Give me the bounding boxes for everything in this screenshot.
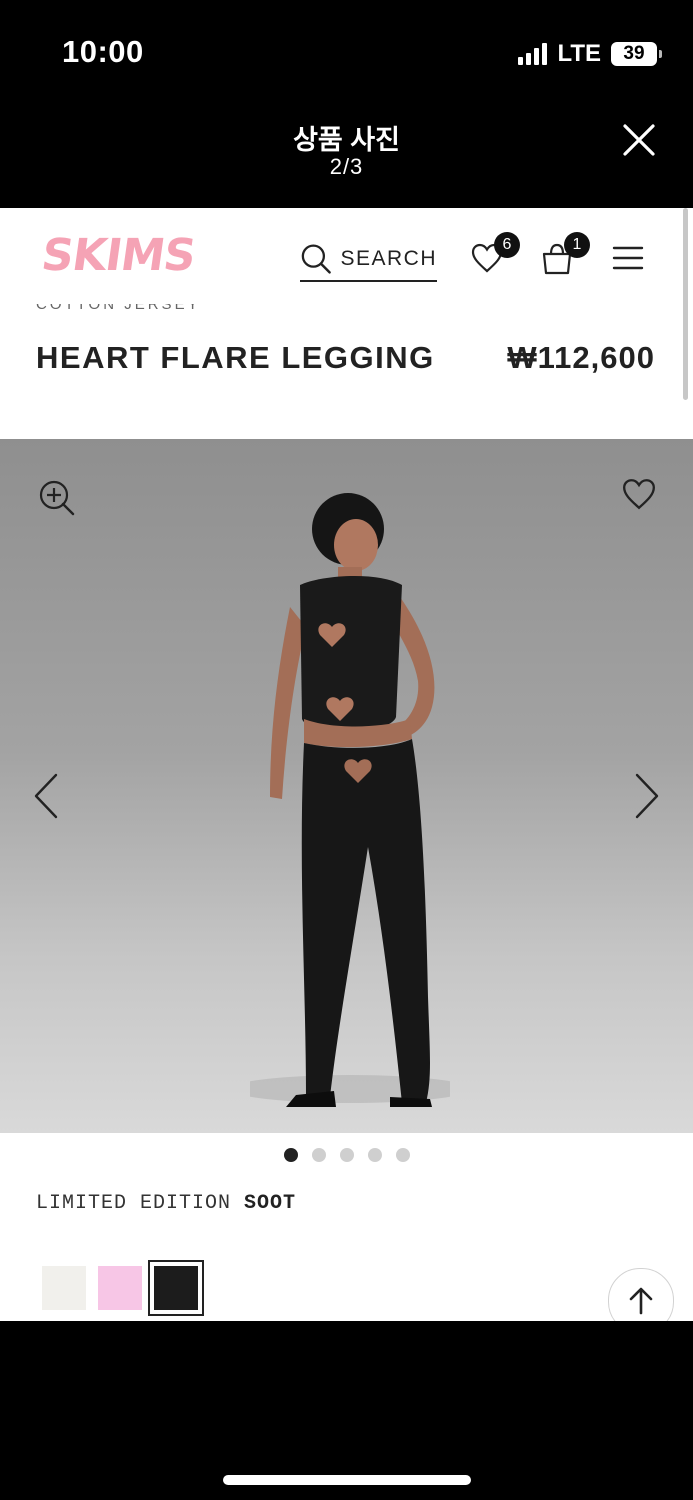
- battery-icon: 39: [611, 42, 662, 66]
- wishlist-button[interactable]: 6: [470, 232, 520, 279]
- pagination-dot[interactable]: [367, 1148, 382, 1162]
- signal-icon: [518, 43, 548, 65]
- status-time: 10:00: [62, 34, 144, 69]
- color-swatch[interactable]: [42, 1266, 86, 1310]
- close-icon[interactable]: [619, 120, 659, 160]
- skims-logo[interactable]: SKIMS: [38, 230, 198, 281]
- photo-counter: 2/3: [329, 154, 364, 179]
- image-pagination: [0, 1148, 693, 1162]
- product-name: HEART FLARE LEGGING: [36, 340, 435, 375]
- collection-label-clip: COTTON JERSEY: [36, 304, 336, 316]
- menu-icon: [612, 246, 644, 270]
- wishlist-count-badge: 6: [494, 232, 520, 258]
- chevron-left-icon[interactable]: [32, 772, 60, 825]
- color-swatch[interactable]: [98, 1266, 142, 1310]
- pagination-dot[interactable]: [339, 1148, 354, 1162]
- pagination-dot[interactable]: [395, 1148, 410, 1162]
- collection-label: COTTON JERSEY: [36, 304, 201, 313]
- search-label: SEARCH: [340, 247, 437, 270]
- home-indicator[interactable]: [223, 1475, 471, 1485]
- color-name: SOOT: [244, 1192, 297, 1215]
- menu-button[interactable]: [612, 244, 644, 277]
- product-page: SKIMS SEARCH 6 1 COTTON JERSEY HEART FLA…: [0, 208, 693, 1321]
- color-label: LIMITED EDITION SOOT: [36, 1192, 296, 1215]
- chevron-right-icon[interactable]: [633, 772, 661, 825]
- photo-viewer-header: 상품 사진 2/3: [0, 110, 693, 208]
- viewer-title: 상품 사진: [293, 125, 400, 155]
- model-photo: [250, 493, 450, 1107]
- status-indicators: LTE 39: [518, 40, 662, 68]
- color-prefix: LIMITED EDITION: [36, 1192, 232, 1215]
- zoom-in-icon[interactable]: [38, 479, 76, 522]
- site-header: SKIMS SEARCH 6 1: [0, 208, 693, 304]
- color-swatch[interactable]: [148, 1260, 204, 1316]
- pagination-dot[interactable]: [283, 1148, 298, 1162]
- search-field[interactable]: SEARCH: [300, 238, 437, 282]
- arrow-up-icon: [629, 1287, 653, 1315]
- product-image[interactable]: [0, 439, 693, 1133]
- cart-count-badge: 1: [564, 232, 590, 258]
- back-to-top-button[interactable]: [608, 1268, 674, 1321]
- product-price: ₩112,600: [507, 340, 655, 375]
- cart-button[interactable]: 1: [540, 232, 590, 281]
- status-bar: 10:00 LTE 39: [0, 0, 693, 110]
- pagination-dot[interactable]: [311, 1148, 326, 1162]
- network-label: LTE: [557, 40, 601, 67]
- heart-icon[interactable]: [621, 477, 657, 516]
- search-icon: [301, 244, 331, 274]
